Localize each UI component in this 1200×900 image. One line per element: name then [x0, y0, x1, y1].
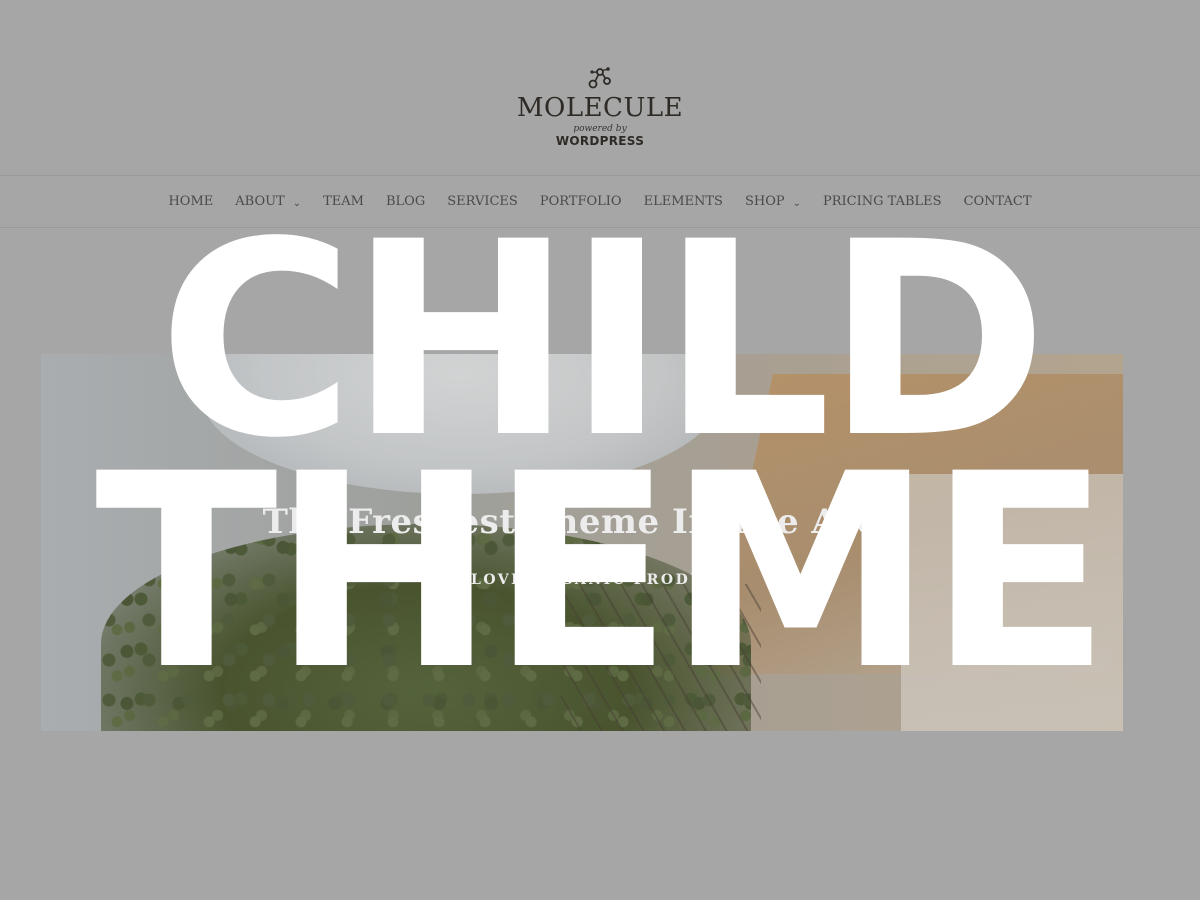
main-navigation: HOME ABOUT ⌄ TEAM BLOG SERVICES PORTFOLI…	[0, 175, 1200, 228]
nav-item-label: ABOUT	[235, 194, 285, 209]
hero-banner: The Freshest Theme In The Area WE LOVE O…	[41, 354, 1123, 731]
nav-item-label: PRICING TABLES	[823, 194, 942, 209]
nav-item-shop[interactable]: SHOP ⌄	[745, 194, 801, 209]
page: MOLECULE powered by WORDPRESS HOME ABOUT…	[0, 0, 1200, 900]
chevron-down-icon: ⌄	[792, 198, 801, 209]
nav-item-label: CONTACT	[963, 194, 1032, 209]
nav-item-label: SHOP	[744, 194, 785, 209]
nav-item-label: PORTFOLIO	[539, 194, 622, 209]
hero-subtitle: WE LOVE ORGANIC PRODUCE	[432, 572, 732, 588]
hero-title: The Freshest Theme In The Area	[262, 502, 902, 542]
nav-item-portfolio[interactable]: PORTFOLIO	[540, 194, 622, 209]
nav-list: HOME ABOUT ⌄ TEAM BLOG SERVICES PORTFOLI…	[0, 176, 1200, 227]
logo-powered-by: powered by	[573, 124, 627, 134]
nav-item-blog[interactable]: BLOG	[386, 194, 425, 209]
logo-title: MOLECULE	[516, 93, 684, 123]
molecule-icon	[588, 67, 611, 89]
chevron-down-icon: ⌄	[292, 198, 302, 209]
logo-platform: WORDPRESS	[555, 134, 645, 148]
nav-item-about[interactable]: ABOUT ⌄	[235, 194, 301, 209]
site-logo[interactable]: MOLECULE powered by WORDPRESS	[500, 62, 700, 148]
nav-item-label: ELEMENTS	[643, 194, 723, 209]
nav-item-label: HOME	[168, 194, 214, 209]
hero-background-bowl	[201, 354, 721, 494]
nav-item-label: SERVICES	[447, 194, 518, 209]
nav-item-label: TEAM	[323, 194, 364, 209]
nav-item-team[interactable]: TEAM	[323, 194, 364, 209]
nav-item-contact[interactable]: CONTACT	[964, 194, 1032, 209]
nav-item-label: BLOG	[386, 194, 426, 209]
nav-item-services[interactable]: SERVICES	[447, 194, 518, 209]
hero-background-stems	[561, 584, 761, 731]
nav-item-pricing-tables[interactable]: PRICING TABLES	[823, 194, 942, 209]
nav-item-home[interactable]: HOME	[168, 194, 213, 209]
site-header: MOLECULE powered by WORDPRESS	[0, 0, 1200, 175]
nav-item-elements[interactable]: ELEMENTS	[644, 194, 723, 209]
